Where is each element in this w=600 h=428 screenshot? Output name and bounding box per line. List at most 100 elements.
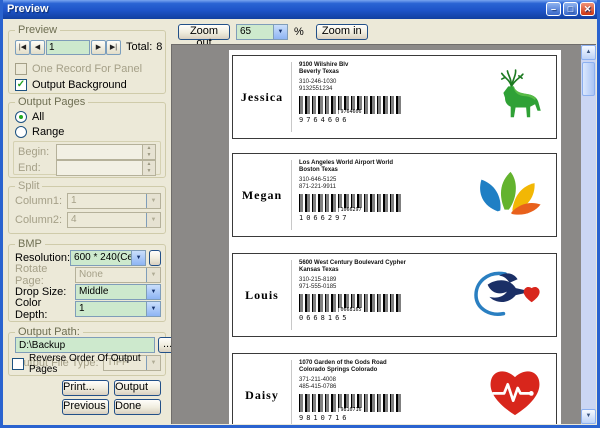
chevron-down-icon[interactable]: ▼ xyxy=(146,285,160,299)
barcode: 1066297 xyxy=(299,194,403,212)
label-card[interactable]: Daisy 1070 Garden of the Gods Road Color… xyxy=(232,353,557,424)
end-spinner[interactable]: ▲▼ xyxy=(56,160,156,176)
begin-down-icon[interactable]: ▼ xyxy=(143,152,155,159)
end-down-icon[interactable]: ▼ xyxy=(143,168,155,175)
split-column2-combo[interactable]: 4 ▼ xyxy=(67,212,161,228)
scroll-down-icon[interactable]: ▼ xyxy=(581,409,596,424)
preview-window: Preview – □ ✕ Preview |◀ ◀ ▶ ▶| Total: 8… xyxy=(0,0,600,428)
divider xyxy=(291,360,292,424)
nav-next-button[interactable]: ▶ xyxy=(91,40,106,55)
end-up-icon[interactable]: ▲ xyxy=(143,161,155,168)
card-name: Megan xyxy=(233,154,291,236)
resolution-combo[interactable]: 600 * 240(Cente ▼ xyxy=(70,250,146,266)
card-info: 5600 West Century Boulevard Cypher Kansa… xyxy=(299,260,449,322)
maximize-icon[interactable]: □ xyxy=(563,2,578,16)
divider xyxy=(291,260,292,330)
reverse-order-label: Reverse Order Of Output Pages xyxy=(29,353,166,375)
zoom-in-button[interactable]: Zoom in xyxy=(316,24,368,40)
preview-page: Jessica 9100 Wilshire Blv Beverly Texas … xyxy=(229,50,561,424)
output-background-checkbox[interactable]: ✓ xyxy=(15,79,27,91)
previous-button[interactable]: Previous xyxy=(62,399,109,415)
divider xyxy=(291,160,292,230)
begin-up-icon[interactable]: ▲ xyxy=(143,145,155,152)
titlebar[interactable]: Preview – □ ✕ xyxy=(0,0,600,19)
barcode: 9810716 xyxy=(299,394,403,412)
barcode-digits: 9810716 xyxy=(299,414,449,422)
record-number-input[interactable] xyxy=(46,40,90,55)
split-group: Split Column1: 1 ▼ Column2: 4 ▼ xyxy=(8,186,166,234)
card-phone2: 9132551234 xyxy=(299,86,449,93)
label-card[interactable]: Louis 5600 West Century Boulevard Cypher… xyxy=(232,253,557,337)
range-radio-label: Range xyxy=(32,126,64,138)
begin-spinner[interactable]: ▲▼ xyxy=(56,144,156,160)
card-address-line2: Colorado Springs Colorado xyxy=(299,367,449,374)
zoom-out-button[interactable]: Zoom out xyxy=(178,24,230,40)
close-icon[interactable]: ✕ xyxy=(580,2,595,16)
card-phone2: 971-555-0185 xyxy=(299,284,449,291)
card-phone1: 310-246-1030 xyxy=(299,79,449,86)
split-group-label: Split xyxy=(15,180,42,192)
rotate-page-combo[interactable]: None ▼ xyxy=(75,267,161,283)
end-label: End: xyxy=(18,162,56,174)
zoom-toolbar: Zoom out 65 ▼ % Zoom in xyxy=(170,20,596,44)
split-column1-combo[interactable]: 1 ▼ xyxy=(67,193,161,209)
range-box: Begin: ▲▼ End: ▲▼ xyxy=(13,141,161,175)
dove-heart-icon xyxy=(470,268,544,323)
vertical-scrollbar[interactable]: ▲ ▼ xyxy=(581,45,596,424)
output-pages-group-label: Output Pages xyxy=(15,96,88,108)
card-address-line1: 5600 West Century Boulevard Cypher xyxy=(299,260,449,267)
window-title: Preview xyxy=(7,3,49,15)
card-name: Louis xyxy=(233,254,291,336)
card-info: 1070 Garden of the Gods Road Colorado Sp… xyxy=(299,360,449,422)
chevron-down-icon[interactable]: ▼ xyxy=(273,25,287,39)
nav-last-button[interactable]: ▶| xyxy=(106,40,121,55)
one-record-checkbox[interactable] xyxy=(15,63,27,75)
resolution-settings-button[interactable] xyxy=(149,250,161,266)
split-column2-label: Column2: xyxy=(15,214,67,226)
card-address-line2: Boston Texas xyxy=(299,167,449,174)
one-record-label: One Record For Panel xyxy=(32,63,142,75)
card-phone1: 310-215-8189 xyxy=(299,277,449,284)
done-button[interactable]: Done xyxy=(114,399,161,415)
total-value: 8 xyxy=(156,41,162,53)
card-phone2: 485-415-0786 xyxy=(299,384,449,391)
barcode-digits: 9764606 xyxy=(299,116,449,124)
green-deer-icon xyxy=(492,67,544,128)
all-radio-label: All xyxy=(32,111,44,123)
reverse-order-checkbox[interactable] xyxy=(12,358,24,370)
heart-pulse-icon xyxy=(486,366,544,424)
output-button[interactable]: Output xyxy=(114,380,161,396)
preview-viewport[interactable]: Jessica 9100 Wilshire Blv Beverly Texas … xyxy=(171,44,596,424)
range-radio[interactable] xyxy=(15,126,27,138)
label-card[interactable]: Jessica 9100 Wilshire Blv Beverly Texas … xyxy=(232,55,557,139)
barcode-digits: 1066297 xyxy=(299,214,449,222)
card-phone1: 310-646-5125 xyxy=(299,177,449,184)
all-radio[interactable] xyxy=(15,111,27,123)
card-info: 9100 Wilshire Blv Beverly Texas 310-246-… xyxy=(299,62,449,124)
nav-prev-button[interactable]: ◀ xyxy=(30,40,45,55)
card-address-line2: Kansas Texas xyxy=(299,267,449,274)
barcode: 9764606 xyxy=(299,96,403,114)
percent-label: % xyxy=(294,26,304,38)
scroll-up-icon[interactable]: ▲ xyxy=(581,45,596,60)
label-card[interactable]: Megan Los Angeles World Airport World Bo… xyxy=(232,153,557,237)
output-pages-group: Output Pages All Range Begin: ▲▼ End: xyxy=(8,102,166,178)
card-name: Daisy xyxy=(233,354,291,424)
drop-size-combo[interactable]: Middle ▼ xyxy=(75,284,161,300)
output-path-input[interactable] xyxy=(15,337,155,353)
nav-first-button[interactable]: |◀ xyxy=(15,40,30,55)
chevron-down-icon[interactable]: ▼ xyxy=(146,302,160,316)
bmp-group-label: BMP xyxy=(15,238,45,250)
preview-group: Preview |◀ ◀ ▶ ▶| Total: 8 One Record Fo… xyxy=(8,30,166,94)
chevron-down-icon[interactable]: ▼ xyxy=(146,268,160,282)
chevron-down-icon[interactable]: ▼ xyxy=(146,213,160,227)
card-address-line1: 1070 Garden of the Gods Road xyxy=(299,360,449,367)
chevron-down-icon[interactable]: ▼ xyxy=(146,194,160,208)
zoom-level-combo[interactable]: 65 ▼ xyxy=(236,24,288,40)
scroll-thumb[interactable] xyxy=(582,62,595,96)
minimize-icon[interactable]: – xyxy=(546,2,561,16)
color-depth-combo[interactable]: 1 ▼ xyxy=(75,301,161,317)
chevron-down-icon[interactable]: ▼ xyxy=(131,251,145,265)
print-button[interactable]: Print... xyxy=(62,380,109,396)
begin-label: Begin: xyxy=(18,146,56,158)
